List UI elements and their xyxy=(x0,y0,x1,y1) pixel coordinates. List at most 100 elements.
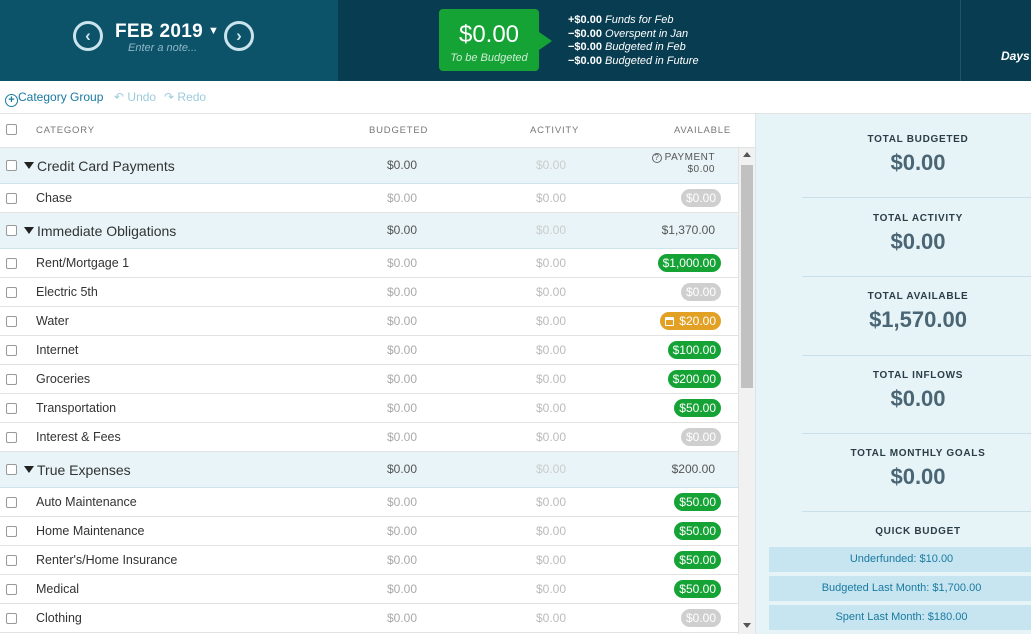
budgeted-input[interactable]: $0.00 xyxy=(387,285,417,299)
category-name[interactable]: Internet xyxy=(36,343,78,357)
category-name[interactable]: Clothing xyxy=(36,611,82,625)
budgeted-input[interactable]: $0.00 xyxy=(387,462,417,476)
row-checkbox[interactable] xyxy=(6,225,17,236)
category-name[interactable]: Medical xyxy=(36,582,79,596)
budgeted-input[interactable]: $0.00 xyxy=(387,223,417,237)
category-row[interactable]: Water $0.00 $0.00 $20.00 xyxy=(0,307,738,336)
activity-value[interactable]: $0.00 xyxy=(536,401,566,415)
category-name[interactable]: Water xyxy=(36,314,69,328)
help-icon[interactable]: ? xyxy=(651,153,662,163)
category-name[interactable]: Renter's/Home Insurance xyxy=(36,553,177,567)
budgeted-input[interactable]: $0.00 xyxy=(387,495,417,509)
row-checkbox[interactable] xyxy=(6,403,17,414)
activity-value[interactable]: $0.00 xyxy=(536,462,566,476)
available-pill[interactable]: $1,370.00 xyxy=(662,223,715,237)
category-group-row[interactable]: True Expenses $0.00 $0.00 $200.00 xyxy=(0,452,738,488)
col-activity[interactable]: ACTIVITY xyxy=(530,125,579,136)
category-row[interactable]: Medical $0.00 $0.00 $50.00 xyxy=(0,575,738,604)
available-pill[interactable]: $50.00 xyxy=(674,493,721,511)
activity-value[interactable]: $0.00 xyxy=(536,553,566,567)
row-checkbox[interactable] xyxy=(6,160,17,171)
col-budgeted[interactable]: BUDGETED xyxy=(369,125,428,136)
row-checkbox[interactable] xyxy=(6,497,17,508)
budgeted-input[interactable]: $0.00 xyxy=(387,553,417,567)
quick-budget-last-month-button[interactable]: Budgeted Last Month: $1,700.00 xyxy=(769,576,1031,601)
row-checkbox[interactable] xyxy=(6,613,17,624)
row-checkbox[interactable] xyxy=(6,464,17,475)
budgeted-input[interactable]: $0.00 xyxy=(387,191,417,205)
activity-value[interactable]: $0.00 xyxy=(536,191,566,205)
collapse-triangle-icon[interactable] xyxy=(24,162,34,169)
undo-button[interactable]: ↶ Undo xyxy=(114,90,156,104)
available-pill[interactable]: $50.00 xyxy=(674,522,721,540)
category-name[interactable]: Transportation xyxy=(36,401,116,415)
row-checkbox[interactable] xyxy=(6,287,17,298)
category-row[interactable]: Rent/Mortgage 1 $0.00 $0.00 $1,000.00 xyxy=(0,249,738,278)
budgeted-input[interactable]: $0.00 xyxy=(387,582,417,596)
activity-value[interactable]: $0.00 xyxy=(536,223,566,237)
category-row[interactable]: Transportation $0.00 $0.00 $50.00 xyxy=(0,394,738,423)
activity-value[interactable]: $0.00 xyxy=(536,372,566,386)
budgeted-input[interactable]: $0.00 xyxy=(387,256,417,270)
row-checkbox[interactable] xyxy=(6,432,17,443)
category-name[interactable]: Electric 5th xyxy=(36,285,98,299)
quick-budget-spent-last-month-button[interactable]: Spent Last Month: $180.00 xyxy=(769,605,1031,630)
activity-value[interactable]: $0.00 xyxy=(536,495,566,509)
available-pill[interactable]: $200.00 xyxy=(672,462,715,476)
activity-value[interactable]: $0.00 xyxy=(536,524,566,538)
activity-value[interactable]: $0.00 xyxy=(536,343,566,357)
row-checkbox[interactable] xyxy=(6,345,17,356)
budgeted-input[interactable]: $0.00 xyxy=(387,611,417,625)
scroll-down-icon[interactable] xyxy=(743,623,751,628)
category-group-row[interactable]: Immediate Obligations $0.00 $0.00 $1,370.00 xyxy=(0,213,738,249)
available-pill[interactable]: $0.00 xyxy=(680,283,721,301)
category-name[interactable]: Home Maintenance xyxy=(36,524,144,538)
quick-budget-underfunded-button[interactable]: Underfunded: $10.00 xyxy=(769,547,1031,572)
category-name[interactable]: Interest & Fees xyxy=(36,430,121,444)
budgeted-input[interactable]: $0.00 xyxy=(387,314,417,328)
available-pill[interactable]: $0.00 xyxy=(680,609,721,627)
budgeted-input[interactable]: $0.00 xyxy=(387,401,417,415)
select-all-checkbox[interactable] xyxy=(6,124,17,135)
category-row[interactable]: Renter's/Home Insurance $0.00 $0.00 $50.00 xyxy=(0,546,738,575)
category-row[interactable]: Clothing $0.00 $0.00 $0.00 xyxy=(0,604,738,633)
redo-button[interactable]: ↷ Redo xyxy=(164,90,206,104)
row-checkbox[interactable] xyxy=(6,374,17,385)
scroll-up-icon[interactable] xyxy=(743,152,751,157)
add-category-group-button[interactable]: + Category Group xyxy=(5,90,103,107)
available-pill[interactable]: $200.00 xyxy=(667,370,721,388)
col-available[interactable]: AVAILABLE xyxy=(674,125,731,136)
category-row[interactable]: Auto Maintenance $0.00 $0.00 $50.00 xyxy=(0,488,738,517)
table-scrollbar[interactable] xyxy=(738,148,755,634)
available-pill[interactable]: $20.00 xyxy=(660,312,721,330)
category-name[interactable]: Rent/Mortgage 1 xyxy=(36,256,129,270)
prev-month-button[interactable]: ‹ xyxy=(73,21,103,51)
budgeted-input[interactable]: $0.00 xyxy=(387,372,417,386)
available-pill[interactable]: $50.00 xyxy=(674,551,721,569)
col-category[interactable]: CATEGORY xyxy=(36,125,95,136)
activity-value[interactable]: $0.00 xyxy=(536,582,566,596)
available-pill[interactable]: $1,000.00 xyxy=(657,254,721,272)
category-name[interactable]: Credit Card Payments xyxy=(37,158,175,174)
category-name[interactable]: Auto Maintenance xyxy=(36,495,137,509)
row-checkbox[interactable] xyxy=(6,584,17,595)
collapse-triangle-icon[interactable] xyxy=(24,227,34,234)
available-pill[interactable]: $0.00 xyxy=(680,189,721,207)
category-name[interactable]: Immediate Obligations xyxy=(37,223,176,239)
activity-value[interactable]: $0.00 xyxy=(536,285,566,299)
activity-value[interactable]: $0.00 xyxy=(536,256,566,270)
category-row[interactable]: Home Maintenance $0.00 $0.00 $50.00 xyxy=(0,517,738,546)
scrollbar-thumb[interactable] xyxy=(741,165,753,388)
month-note-input[interactable]: Enter a note... xyxy=(128,42,197,54)
category-row[interactable]: Groceries $0.00 $0.00 $200.00 xyxy=(0,365,738,394)
row-checkbox[interactable] xyxy=(6,555,17,566)
activity-value[interactable]: $0.00 xyxy=(536,611,566,625)
activity-value[interactable]: $0.00 xyxy=(536,314,566,328)
category-row[interactable]: Interest & Fees $0.00 $0.00 $0.00 xyxy=(0,423,738,452)
category-name[interactable]: Groceries xyxy=(36,372,90,386)
budgeted-input[interactable]: $0.00 xyxy=(387,524,417,538)
activity-value[interactable]: $0.00 xyxy=(536,430,566,444)
category-row[interactable]: Internet $0.00 $0.00 $100.00 xyxy=(0,336,738,365)
month-dropdown[interactable]: FEB 2019 ▼ xyxy=(115,21,219,43)
category-name[interactable]: True Expenses xyxy=(37,462,131,478)
